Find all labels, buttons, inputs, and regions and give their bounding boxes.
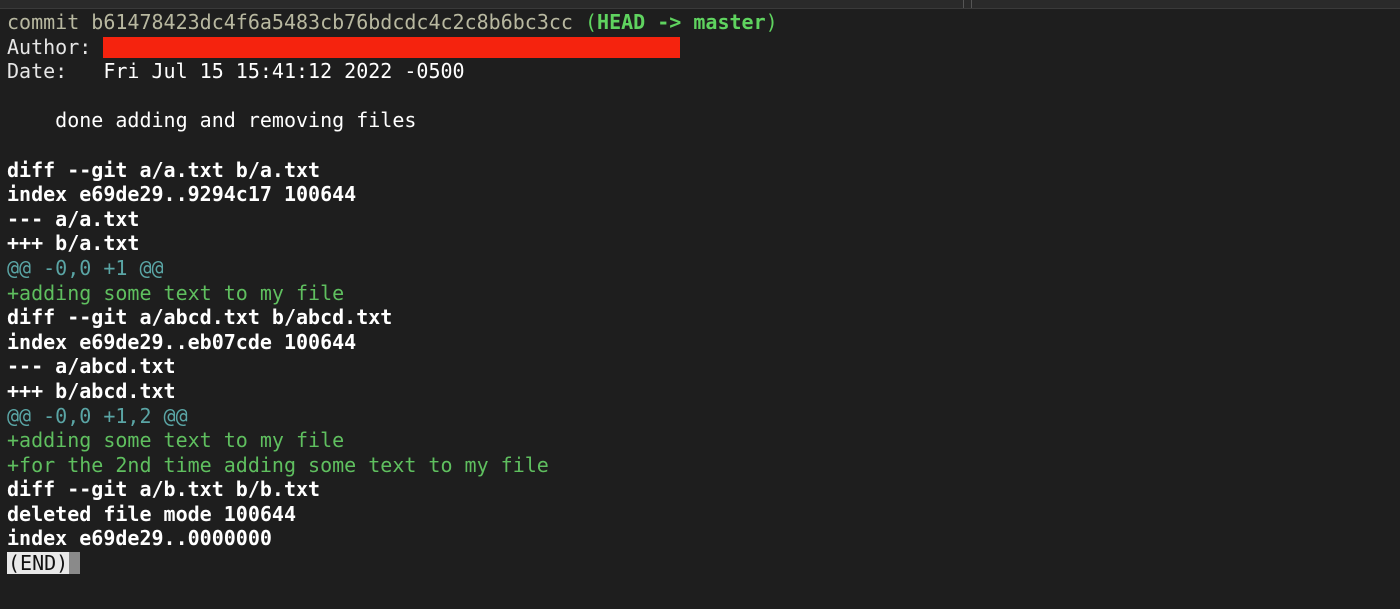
diff-deleted-mode: deleted file mode 100644 [7,501,296,526]
window-top-bar [0,0,1400,9]
date-value: Fri Jul 15 15:41:12 2022 -0500 [103,59,465,84]
ref-arrow: -> [657,10,682,34]
ref-close-paren: ) [765,10,778,34]
terminal-cursor [69,551,81,574]
diff-index: index e69de29..0000000 [7,526,272,551]
pager-end-label: (END) [7,551,70,576]
date-label: Date: [7,59,68,84]
diff-minus-file: --- a/abcd.txt [7,354,176,379]
diff-hunk-header: @@ -0,0 +1 @@ [7,255,164,280]
head-ref: HEAD [597,10,646,34]
diff-header: diff --git a/abcd.txt b/abcd.txt [7,305,393,330]
pager-prompt-line[interactable]: (END) [7,551,1393,576]
commit-label: commit [7,10,80,34]
branch-name: master [693,10,766,34]
author-label: Author: [7,34,92,59]
diff-plus-file: +++ b/a.txt [7,231,140,256]
diff-hunk-header: @@ -0,0 +1,2 @@ [7,403,188,428]
terminal-output[interactable]: commit b61478423dc4f6a5483cb76bdcdc4c2c8… [7,10,1393,600]
diff-header: diff --git a/b.txt b/b.txt [7,477,321,502]
diff-added-line: +for the 2nd time adding some text to my… [7,452,549,477]
redacted-author-block [103,36,681,58]
commit-hash: b61478423dc4f6a5483cb76bdcdc4c2c8b6bc3cc [91,10,573,34]
tab-divider [963,0,964,8]
diff-header: diff --git a/a.txt b/a.txt [7,157,321,182]
diff-added-line: +adding some text to my file [7,428,345,453]
diff-index: index e69de29..eb07cde 100644 [7,329,357,354]
diff-minus-file: --- a/a.txt [7,206,140,231]
diff-plus-file: +++ b/abcd.txt [7,378,176,403]
commit-line: commit b61478423dc4f6a5483cb76bdcdc4c2c8… [7,10,1393,35]
tab-divider [971,0,972,8]
author-line: Author: [7,35,1393,60]
diff-added-line: +adding some text to my file [7,280,345,305]
date-line: Date: Fri Jul 15 15:41:12 2022 -0500 [7,59,1393,84]
ref-open-paren: ( [584,10,598,34]
diff-index: index e69de29..9294c17 100644 [7,182,357,207]
commit-message-line: done adding and removing files [7,108,1393,133]
commit-message: done adding and removing files [55,108,417,133]
